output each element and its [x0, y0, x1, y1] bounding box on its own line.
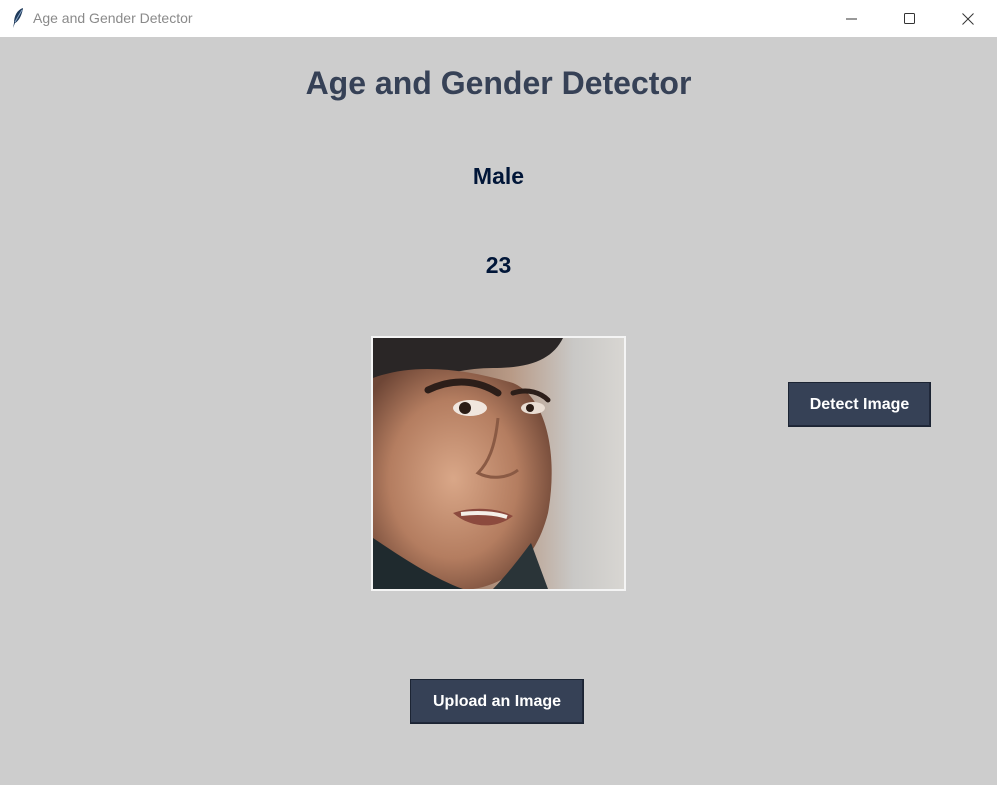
age-result: 23	[485, 252, 512, 278]
feather-icon	[13, 8, 23, 28]
close-button[interactable]	[939, 0, 997, 37]
page-title: Age and Gender Detector	[305, 65, 692, 101]
uploaded-image	[371, 336, 626, 591]
maximize-icon	[904, 12, 915, 24]
app-content: Age and Gender Detector Male 23 Detect I…	[0, 37, 997, 785]
portrait-photo-icon	[373, 338, 624, 589]
upload-image-button[interactable]: Upload an Image	[410, 679, 584, 724]
gender-result: Male	[472, 163, 525, 189]
minimize-icon	[846, 18, 857, 19]
app-window: Age and Gender Detector Age and Gender D…	[0, 0, 997, 785]
detect-image-button[interactable]: Detect Image	[788, 382, 931, 427]
minimize-button[interactable]	[823, 0, 881, 37]
title-bar[interactable]: Age and Gender Detector	[0, 0, 997, 37]
window-title: Age and Gender Detector	[33, 10, 193, 26]
maximize-button[interactable]	[881, 0, 939, 37]
close-icon	[962, 12, 974, 25]
